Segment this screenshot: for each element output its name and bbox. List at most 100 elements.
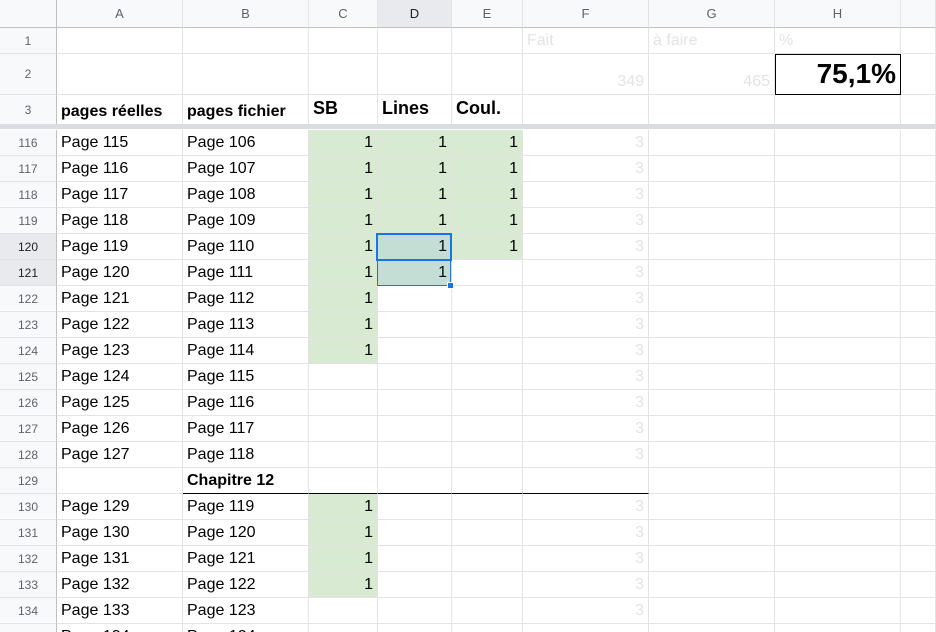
cell-I128[interactable] [901, 442, 936, 468]
cell-A119[interactable]: Page 118 [57, 208, 183, 234]
cell-D121[interactable]: 1 [378, 260, 452, 286]
row-header[interactable]: 132 [0, 546, 57, 572]
cell-B133[interactable]: Page 122 [183, 572, 309, 598]
cell-I126[interactable] [901, 390, 936, 416]
row-header[interactable]: 131 [0, 520, 57, 546]
cell-H120[interactable] [775, 234, 901, 260]
cell-B132[interactable]: Page 121 [183, 546, 309, 572]
cell-D116[interactable]: 1 [378, 130, 452, 156]
cell-I1[interactable] [901, 28, 936, 54]
cell-A121[interactable]: Page 120 [57, 260, 183, 286]
row-header[interactable]: 117 [0, 156, 57, 182]
cell-G116[interactable] [649, 130, 775, 156]
cell-E120[interactable]: 1 [452, 234, 523, 260]
cell-E129[interactable] [452, 468, 523, 494]
cell-C119[interactable]: 1 [309, 208, 378, 234]
column-header-C[interactable]: C [309, 0, 378, 28]
cell-I122[interactable] [901, 286, 936, 312]
cell-C132[interactable]: 1 [309, 546, 378, 572]
cell-E125[interactable] [452, 364, 523, 390]
cell-G135[interactable] [649, 624, 775, 632]
cell-I2[interactable] [901, 54, 936, 95]
cell-B2[interactable] [183, 54, 309, 95]
cell-E124[interactable] [452, 338, 523, 364]
cell-D130[interactable] [378, 494, 452, 520]
row-header[interactable]: 126 [0, 390, 57, 416]
cell-A125[interactable]: Page 124 [57, 364, 183, 390]
cell-E132[interactable] [452, 546, 523, 572]
cell-A127[interactable]: Page 126 [57, 416, 183, 442]
cell-F118[interactable]: 3 [523, 182, 649, 208]
cell-B135[interactable]: Page 124 [183, 624, 309, 632]
cell-E133[interactable] [452, 572, 523, 598]
cell-C120[interactable]: 1 [309, 234, 378, 260]
cell-A3[interactable]: pages réelles [57, 95, 183, 125]
cell-D128[interactable] [378, 442, 452, 468]
cell-B121[interactable]: Page 111 [183, 260, 309, 286]
cell-A131[interactable]: Page 130 [57, 520, 183, 546]
cell-G119[interactable] [649, 208, 775, 234]
cell-C1[interactable] [309, 28, 378, 54]
cell-F116[interactable]: 3 [523, 130, 649, 156]
cell-F121[interactable]: 3 [523, 260, 649, 286]
cell-B117[interactable]: Page 107 [183, 156, 309, 182]
cell-G1[interactable]: à faire [649, 28, 775, 54]
cell-G123[interactable] [649, 312, 775, 338]
cell-D122[interactable] [378, 286, 452, 312]
cell-D119[interactable]: 1 [378, 208, 452, 234]
cell-I129[interactable] [901, 468, 936, 494]
cell-G2[interactable]: 465 [649, 54, 775, 95]
cell-C127[interactable] [309, 416, 378, 442]
cell-H124[interactable] [775, 338, 901, 364]
cell-I119[interactable] [901, 208, 936, 234]
cell-A134[interactable]: Page 133 [57, 598, 183, 624]
cell-D2[interactable] [378, 54, 452, 95]
cell-H128[interactable] [775, 442, 901, 468]
cell-H116[interactable] [775, 130, 901, 156]
cell-E1[interactable] [452, 28, 523, 54]
cell-A124[interactable]: Page 123 [57, 338, 183, 364]
cell-B130[interactable]: Page 119 [183, 494, 309, 520]
cell-D120[interactable]: 1 [378, 234, 452, 260]
row-header[interactable]: 128 [0, 442, 57, 468]
row-header[interactable]: 3 [0, 95, 57, 125]
cell-C117[interactable]: 1 [309, 156, 378, 182]
cell-F127[interactable]: 3 [523, 416, 649, 442]
cell-E128[interactable] [452, 442, 523, 468]
cell-H121[interactable] [775, 260, 901, 286]
cell-I118[interactable] [901, 182, 936, 208]
cell-E119[interactable]: 1 [452, 208, 523, 234]
cell-A132[interactable]: Page 131 [57, 546, 183, 572]
row-header[interactable]: 134 [0, 598, 57, 624]
cell-H130[interactable] [775, 494, 901, 520]
cell-I134[interactable] [901, 598, 936, 624]
select-all-corner[interactable] [0, 0, 57, 28]
cell-F126[interactable]: 3 [523, 390, 649, 416]
cell-E123[interactable] [452, 312, 523, 338]
column-header-D[interactable]: D [378, 0, 452, 28]
column-header-F[interactable]: F [523, 0, 649, 28]
cell-E134[interactable] [452, 598, 523, 624]
cell-F135[interactable] [523, 624, 649, 632]
cell-G124[interactable] [649, 338, 775, 364]
row-header[interactable]: 124 [0, 338, 57, 364]
cell-I117[interactable] [901, 156, 936, 182]
cell-F133[interactable]: 3 [523, 572, 649, 598]
cell-C2[interactable] [309, 54, 378, 95]
cell-G132[interactable] [649, 546, 775, 572]
cell-C123[interactable]: 1 [309, 312, 378, 338]
cell-F129[interactable] [523, 468, 649, 494]
cell-E116[interactable]: 1 [452, 130, 523, 156]
cell-G117[interactable] [649, 156, 775, 182]
cell-H118[interactable] [775, 182, 901, 208]
cell-H125[interactable] [775, 364, 901, 390]
column-header-B[interactable]: B [183, 0, 309, 28]
cell-D132[interactable] [378, 546, 452, 572]
cell-D126[interactable] [378, 390, 452, 416]
cell-D123[interactable] [378, 312, 452, 338]
cell-G134[interactable] [649, 598, 775, 624]
cell-I121[interactable] [901, 260, 936, 286]
cell-C125[interactable] [309, 364, 378, 390]
cell-D129[interactable] [378, 468, 452, 494]
row-header[interactable]: 129 [0, 468, 57, 494]
